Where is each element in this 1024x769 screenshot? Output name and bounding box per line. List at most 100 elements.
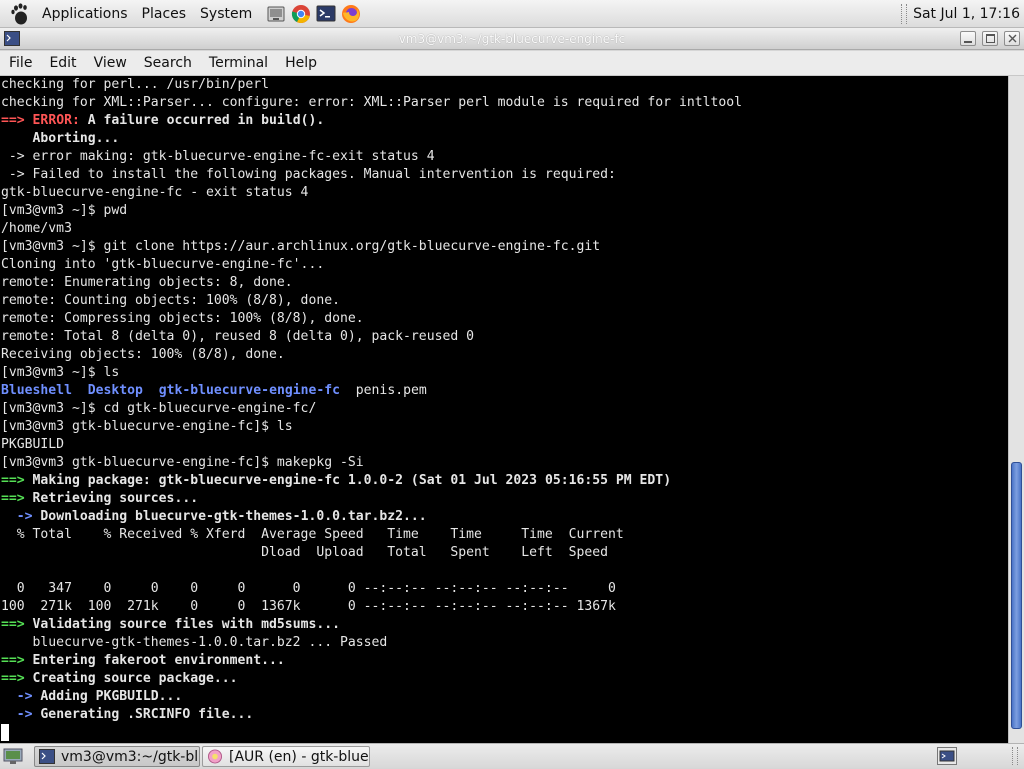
- terminal-text: [vm3@vm3 gtk-bluecurve-engine-fc]$ ls: [1, 419, 293, 434]
- terminal-icon[interactable]: [315, 3, 337, 25]
- gnome-foot-icon[interactable]: [9, 2, 31, 25]
- terminal-line: [vm3@vm3 gtk-bluecurve-engine-fc]$ makep…: [0, 454, 1008, 472]
- minimize-button[interactable]: [960, 31, 976, 46]
- terminal-text: Creating source package...: [32, 671, 238, 686]
- file-manager-icon[interactable]: [265, 3, 287, 25]
- menu-file[interactable]: File: [0, 51, 40, 76]
- terminal-line: % Total % Received % Xferd Average Speed…: [0, 526, 1008, 544]
- terminal-text: Adding PKGBUILD...: [40, 689, 183, 704]
- menu-view[interactable]: View: [85, 51, 135, 76]
- terminal-line: Cloning into 'gtk-bluecurve-engine-fc'..…: [0, 256, 1008, 274]
- terminal-text: 100 271k 100 271k 0 0 1367k 0 --:--:-- -…: [1, 599, 616, 614]
- terminal-text: /home/vm3: [1, 221, 72, 236]
- clock[interactable]: Sat Jul 1, 17:16: [913, 6, 1024, 22]
- menu-help[interactable]: Help: [276, 51, 325, 76]
- terminal-line: /home/vm3: [0, 220, 1008, 238]
- applications-menu[interactable]: Applications: [35, 0, 135, 28]
- terminal-output[interactable]: checking for perl... /usr/bin/perl checki…: [0, 76, 1008, 743]
- terminal-line: remote: Enumerating objects: 8, done.: [0, 274, 1008, 292]
- terminal-text: PKGBUILD: [1, 437, 65, 452]
- terminal-cursor: [1, 724, 9, 741]
- chrome-icon[interactable]: [290, 3, 312, 25]
- terminal-text: bluecurve-gtk-themes-1.0.0.tar.bz2 ... P…: [1, 635, 388, 650]
- terminal-text: Downloading bluecurve-gtk-themes-1.0.0.t…: [40, 509, 427, 524]
- menu-edit[interactable]: Edit: [40, 51, 84, 76]
- terminal-text: ==>: [1, 473, 33, 488]
- terminal-text: remote: Compressing objects: 100% (8/8),…: [1, 311, 364, 326]
- terminal-text: ->: [1, 509, 41, 524]
- terminal-line: remote: Compressing objects: 100% (8/8),…: [0, 310, 1008, 328]
- close-icon: [1008, 34, 1016, 43]
- terminal-line: 100 271k 100 271k 0 0 1367k 0 --:--:-- -…: [0, 598, 1008, 616]
- window-titlebar[interactable]: vm3@vm3:~/gtk-bluecurve-engine-fc: [0, 28, 1024, 50]
- top-panel: Applications Places System Sat Jul 1, 17…: [0, 0, 1024, 28]
- workspace-switcher-icon[interactable]: [937, 747, 957, 765]
- maximize-button[interactable]: [982, 31, 998, 46]
- bottom-panel: vm3@vm3:~/gtk-bl... [AUR (en) - gtk-blue…: [0, 743, 1024, 768]
- terminal-line: -> Downloading bluecurve-gtk-themes-1.0.…: [0, 508, 1008, 526]
- terminal-line: ==> Validating source files with md5sums…: [0, 616, 1008, 634]
- terminal-line: ==> Making package: gtk-bluecurve-engine…: [0, 472, 1008, 490]
- terminal-text: ==>: [1, 671, 33, 686]
- tray-separator: [1012, 747, 1018, 765]
- terminal-text: ==>: [1, 617, 33, 632]
- terminal-line: -> Adding PKGBUILD...: [0, 688, 1008, 706]
- terminal-text: ==>: [1, 491, 33, 506]
- terminal-line: [0, 724, 1008, 742]
- panel-right: Sat Jul 1, 17:16: [901, 0, 1024, 28]
- terminal-text: Desktop: [87, 383, 143, 398]
- terminal-line: -> Failed to install the following packa…: [0, 166, 1008, 184]
- terminal-text: ERROR:: [32, 113, 80, 128]
- terminal-text: -> error making: gtk-bluecurve-engine-fc…: [1, 149, 435, 164]
- close-button[interactable]: [1004, 31, 1020, 46]
- terminal-line: remote: Total 8 (delta 0), reused 8 (del…: [0, 328, 1008, 346]
- terminal-text: Validating source files with md5sums...: [32, 617, 340, 632]
- system-menu[interactable]: System: [193, 0, 259, 28]
- terminal-line: -> error making: gtk-bluecurve-engine-fc…: [0, 148, 1008, 166]
- taskbar-browser[interactable]: [AUR (en) - gtk-blue...: [202, 746, 370, 767]
- menu-terminal[interactable]: Terminal: [200, 51, 276, 76]
- browser-icon: [207, 749, 223, 764]
- terminal-line: [vm3@vm3 ~]$ cd gtk-bluecurve-engine-fc/: [0, 400, 1008, 418]
- terminal-text: penis.pem: [340, 383, 427, 398]
- terminal-line: Aborting...: [0, 130, 1008, 148]
- terminal-text: [vm3@vm3 ~]$ pwd: [1, 203, 128, 218]
- terminal-line: Receiving objects: 100% (8/8), done.: [0, 346, 1008, 364]
- terminal-line: [vm3@vm3 ~]$ ls: [0, 364, 1008, 382]
- terminal-text: ==>: [1, 113, 33, 128]
- terminal-text: Aborting...: [1, 131, 120, 146]
- taskbar-terminal-label: vm3@vm3:~/gtk-bl...: [61, 748, 200, 765]
- terminal-scrollbar[interactable]: [1008, 76, 1024, 743]
- terminal-text: [vm3@vm3 ~]$ git clone https://aur.archl…: [1, 239, 601, 254]
- firefox-icon[interactable]: [340, 3, 362, 25]
- terminal-line: ==> Retrieving sources...: [0, 490, 1008, 508]
- terminal-text: Dload Upload Total Spent Left Speed: [1, 545, 608, 560]
- terminal-text: [vm3@vm3 gtk-bluecurve-engine-fc]$ makep…: [1, 455, 364, 470]
- terminal-line: PKGBUILD: [0, 436, 1008, 454]
- terminal-text: [vm3@vm3 ~]$ cd gtk-bluecurve-engine-fc/: [1, 401, 317, 416]
- terminal-line: -> Generating .SRCINFO file...: [0, 706, 1008, 724]
- terminal-line: Dload Upload Total Spent Left Speed: [0, 544, 1008, 562]
- terminal-text: Retrieving sources...: [32, 491, 199, 506]
- terminal-text: Receiving objects: 100% (8/8), done.: [1, 347, 285, 362]
- terminal-text: % Total % Received % Xferd Average Speed…: [1, 527, 624, 542]
- terminal-text: ==>: [1, 653, 33, 668]
- terminal-text: ->: [1, 689, 41, 704]
- terminal-line: [vm3@vm3 gtk-bluecurve-engine-fc]$ ls: [0, 418, 1008, 436]
- show-desktop-icon[interactable]: [3, 747, 23, 765]
- terminal-text: A failure occurred in build().: [79, 113, 325, 128]
- places-menu[interactable]: Places: [135, 0, 194, 28]
- menu-search[interactable]: Search: [135, 51, 200, 76]
- terminal-text: [vm3@vm3 ~]$ ls: [1, 365, 120, 380]
- terminal-text: gtk-bluecurve-engine-fc: [158, 383, 341, 398]
- terminal-line: [vm3@vm3 ~]$ git clone https://aur.archl…: [0, 238, 1008, 256]
- scrollbar-thumb[interactable]: [1011, 462, 1022, 729]
- terminal-text: gtk-bluecurve-engine-fc - exit status 4: [1, 185, 309, 200]
- terminal-text: Entering fakeroot environment...: [32, 653, 285, 668]
- taskbar-terminal[interactable]: vm3@vm3:~/gtk-bl...: [34, 746, 200, 767]
- maximize-icon: [985, 34, 995, 43]
- terminal-line: Blueshell Desktop gtk-bluecurve-engine-f…: [0, 382, 1008, 400]
